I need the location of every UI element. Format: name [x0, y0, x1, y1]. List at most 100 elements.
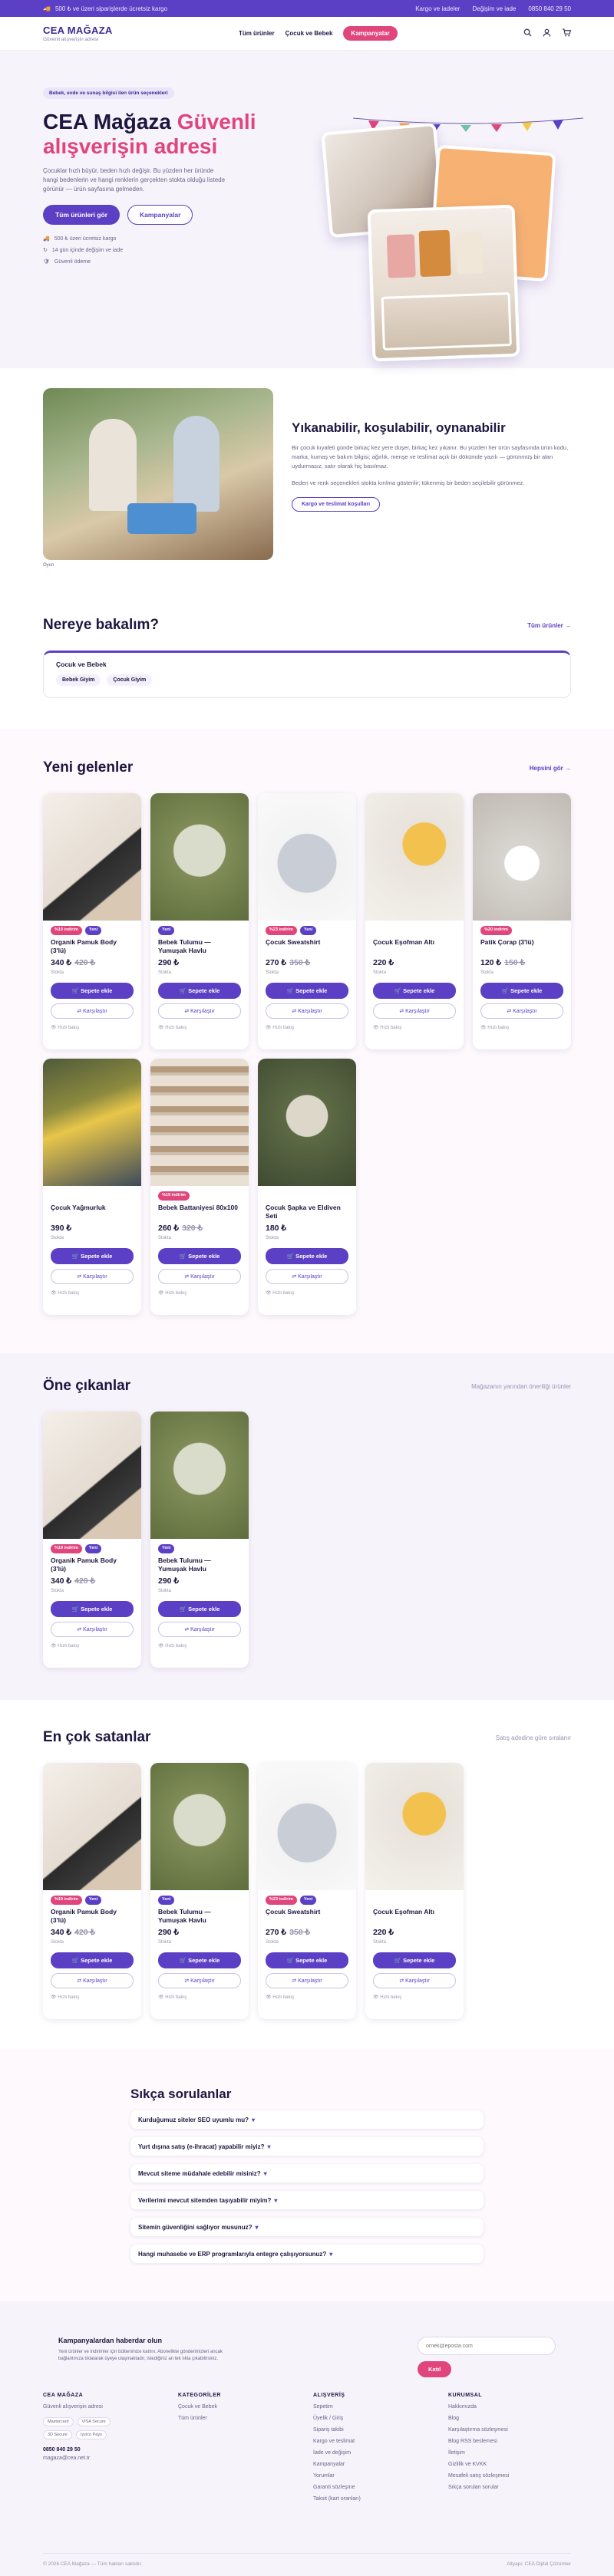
compare-button[interactable]: ⇄ Karşılaştır	[51, 1269, 134, 1284]
credit[interactable]: Altyapı: CEA Dijital Çözümler	[507, 2561, 571, 2567]
quick-view-link[interactable]: 👁 Hızlı bakış	[266, 1995, 348, 2000]
quick-view-link[interactable]: 👁 Hızlı bakış	[158, 1995, 241, 2000]
footer-link[interactable]: Sıkça sorulan sorular	[448, 2485, 583, 2490]
quick-view-link[interactable]: 👁 Hızlı bakış	[266, 1025, 348, 1030]
compare-button[interactable]: ⇄ Karşılaştır	[266, 1269, 348, 1284]
product-card[interactable]: Çocuk Eşofman Altı 220 ₺ Stokta 🛒 Sepete ek…	[365, 793, 464, 1049]
product-name[interactable]: Çocuk Sweatshirt	[266, 938, 348, 955]
compare-button[interactable]: ⇄ Karşılaştır	[373, 1003, 456, 1019]
compare-button[interactable]: ⇄ Karşılaştır	[480, 1003, 563, 1019]
add-to-cart-button[interactable]: 🛒 Sepete ekle	[158, 1952, 241, 1968]
add-to-cart-button[interactable]: 🛒 Sepete ekle	[266, 1248, 348, 1264]
product-image[interactable]	[365, 793, 464, 921]
add-to-cart-button[interactable]: 🛒 Sepete ekle	[51, 1952, 134, 1968]
product-card[interactable]: %19 indirim Yeni Organik Pamuk Body (3'lü)…	[43, 1412, 141, 1668]
footer-link[interactable]: Üyelik / Giriş	[313, 2416, 448, 2421]
faq-item[interactable]: Kurduğumuz siteler SEO uyumlu mu? ▾	[130, 2110, 484, 2129]
product-image[interactable]	[43, 1763, 141, 1890]
compare-button[interactable]: ⇄ Karşılaştır	[158, 1269, 241, 1284]
nav-kids-baby[interactable]: Çocuk ve Bebek	[286, 30, 333, 37]
user-icon[interactable]	[543, 28, 551, 39]
footer-email[interactable]: magaza@cea.net.tr	[43, 2456, 178, 2461]
product-card[interactable]: Yeni Bebek Tulumu — Yumuşak Havlu 290 ₺ Sto…	[150, 793, 249, 1049]
see-all-link[interactable]: Hepsini gör →	[530, 765, 571, 772]
faq-item[interactable]: Verilerimi mevcut sitemden taşıyabilir m…	[130, 2191, 484, 2209]
product-name[interactable]: Çocuk Yağmurluk	[51, 1204, 134, 1220]
footer-link[interactable]: Mesafeli satış sözleşmesi	[448, 2473, 583, 2479]
footer-link[interactable]: Çocuk ve Bebek	[178, 2404, 313, 2410]
product-image[interactable]	[43, 793, 141, 921]
footer-phone[interactable]: 0850 840 29 50	[43, 2447, 178, 2452]
quick-view-link[interactable]: 👁 Hızlı bakış	[480, 1025, 563, 1030]
product-card[interactable]: Çocuk Yağmurluk 390 ₺ Stokta 🛒 Sepete ekle ⇄…	[43, 1059, 141, 1315]
quick-view-link[interactable]: 👁 Hızlı bakış	[51, 1290, 134, 1296]
add-to-cart-button[interactable]: 🛒 Sepete ekle	[266, 1952, 348, 1968]
product-card[interactable]: Çocuk Şapka ve Eldiven Seti 180 ₺ Stokta 🛒 …	[258, 1059, 356, 1315]
product-card[interactable]: %19 indirim Bebek Battaniyesi 80x100 260 ₺…	[150, 1059, 249, 1315]
product-image[interactable]	[258, 1059, 356, 1186]
product-name[interactable]: Bebek Tulumu — Yumuşak Havlu	[158, 1908, 241, 1925]
product-card[interactable]: %19 indirim Yeni Organik Pamuk Body (3'lü)…	[43, 1763, 141, 2019]
topbar-link-returns[interactable]: Değişim ve iade	[472, 5, 516, 12]
footer-link[interactable]: Yorumlar	[313, 2473, 448, 2479]
product-name[interactable]: Çocuk Eşofman Altı	[373, 938, 456, 955]
add-to-cart-button[interactable]: 🛒 Sepete ekle	[158, 983, 241, 999]
add-to-cart-button[interactable]: 🛒 Sepete ekle	[480, 983, 563, 999]
footer-link[interactable]: Kampanyalar	[313, 2462, 448, 2467]
product-image[interactable]	[473, 793, 571, 921]
compare-button[interactable]: ⇄ Karşılaştır	[51, 1003, 134, 1019]
faq-item[interactable]: Mevcut siteme müdahale edebilir misiniz?…	[130, 2164, 484, 2182]
product-name[interactable]: Organik Pamuk Body (3'lü)	[51, 1556, 134, 1573]
footer-link[interactable]: Garanti sözleşme	[313, 2485, 448, 2490]
product-name[interactable]: Patik Çorap (3'lü)	[480, 938, 563, 955]
product-name[interactable]: Çocuk Şapka ve Eldiven Seti	[266, 1204, 348, 1220]
newsletter-email-input[interactable]	[418, 2337, 556, 2355]
product-image[interactable]	[150, 1059, 249, 1186]
compare-button[interactable]: ⇄ Karşılaştır	[266, 1973, 348, 1988]
compare-button[interactable]: ⇄ Karşılaştır	[373, 1973, 456, 1988]
add-to-cart-button[interactable]: 🛒 Sepete ekle	[51, 983, 134, 999]
quick-view-link[interactable]: 👁 Hızlı bakış	[51, 1995, 134, 2000]
compare-button[interactable]: ⇄ Karşılaştır	[158, 1003, 241, 1019]
add-to-cart-button[interactable]: 🛒 Sepete ekle	[51, 1601, 134, 1617]
footer-link[interactable]: Blog	[448, 2416, 583, 2421]
footer-link[interactable]: Karşılaştırma sözleşmesi	[448, 2427, 583, 2433]
product-name[interactable]: Çocuk Sweatshirt	[266, 1908, 348, 1925]
footer-link[interactable]: Hakkımızda	[448, 2404, 583, 2410]
footer-link[interactable]: Taksit (kart oranları)	[313, 2496, 448, 2502]
footer-link[interactable]: Blog RSS beslemesi	[448, 2439, 583, 2444]
product-image[interactable]	[150, 1412, 249, 1539]
add-to-cart-button[interactable]: 🛒 Sepete ekle	[373, 1952, 456, 1968]
quick-view-link[interactable]: 👁 Hızlı bakış	[158, 1025, 241, 1030]
product-card[interactable]: %23 indirim Yeni Çocuk Sweatshirt 270 ₺ 350 …	[258, 1763, 356, 2019]
all-products-button[interactable]: Tüm ürünleri gör	[43, 205, 120, 225]
footer-link[interactable]: Sipariş takibi	[313, 2427, 448, 2433]
quick-view-link[interactable]: 👁 Hızlı bakış	[51, 1643, 134, 1649]
product-image[interactable]	[258, 1763, 356, 1890]
product-name[interactable]: Bebek Tulumu — Yumuşak Havlu	[158, 938, 241, 955]
nav-campaigns[interactable]: Kampanyalar	[343, 26, 398, 41]
product-name[interactable]: Çocuk Eşofman Altı	[373, 1908, 456, 1925]
add-to-cart-button[interactable]: 🛒 Sepete ekle	[51, 1248, 134, 1264]
search-icon[interactable]	[523, 28, 532, 39]
product-name[interactable]: Bebek Battaniyesi 80x100	[158, 1204, 241, 1220]
footer-link[interactable]: İade ve değişim	[313, 2450, 448, 2456]
shipping-terms-button[interactable]: Kargo ve teslimat koşulları	[292, 497, 381, 512]
compare-button[interactable]: ⇄ Karşılaştır	[158, 1622, 241, 1637]
product-image[interactable]	[43, 1059, 141, 1186]
product-card[interactable]: Yeni Bebek Tulumu — Yumuşak Havlu 290 ₺ Sto…	[150, 1412, 249, 1668]
quick-view-link[interactable]: 👁 Hızlı bakış	[158, 1290, 241, 1296]
newsletter-join-button[interactable]: Katıl	[418, 2361, 452, 2377]
quick-view-link[interactable]: 👁 Hızlı bakış	[158, 1643, 241, 1649]
topbar-link-phone[interactable]: 0850 840 29 50	[528, 5, 571, 12]
product-name[interactable]: Organik Pamuk Body (3'lü)	[51, 1908, 134, 1925]
product-image[interactable]	[150, 793, 249, 921]
chip-baby-clothing[interactable]: Bebek Giyim	[56, 674, 101, 686]
quick-view-link[interactable]: 👁 Hızlı bakış	[266, 1290, 348, 1296]
product-name[interactable]: Bebek Tulumu — Yumuşak Havlu	[158, 1556, 241, 1573]
product-name[interactable]: Organik Pamuk Body (3'lü)	[51, 938, 134, 955]
product-card[interactable]: Yeni Bebek Tulumu — Yumuşak Havlu 290 ₺ Sto…	[150, 1763, 249, 2019]
all-products-link[interactable]: Tüm ürünler →	[527, 622, 571, 629]
product-card[interactable]: %23 indirim Yeni Çocuk Sweatshirt 270 ₺ 350 …	[258, 793, 356, 1049]
quick-view-link[interactable]: 👁 Hızlı bakış	[373, 1025, 456, 1030]
